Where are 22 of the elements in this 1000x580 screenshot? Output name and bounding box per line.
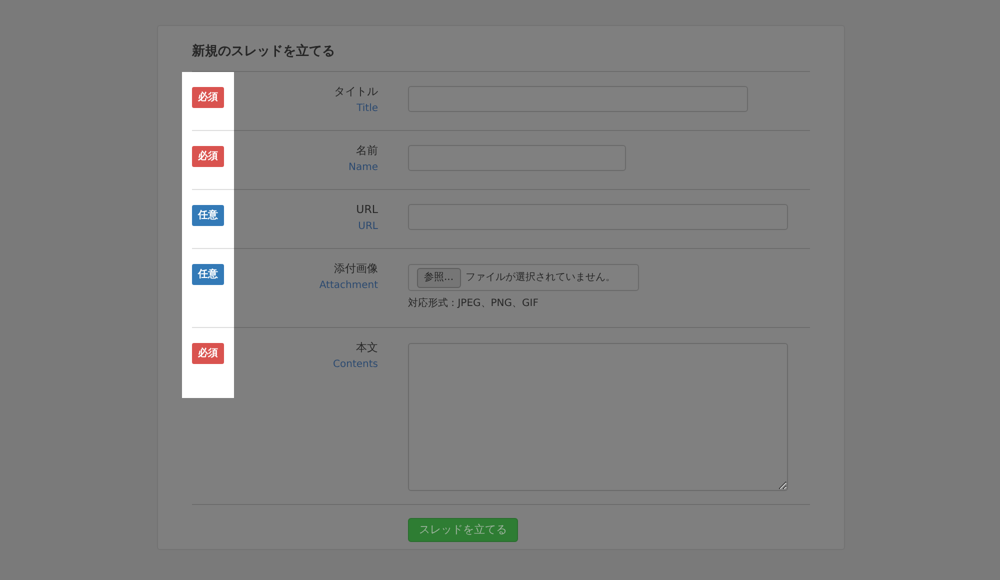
field-label: URL (356, 202, 378, 218)
field-label: 添付画像 (334, 261, 378, 277)
badge: 任意 (192, 264, 224, 285)
browse-button[interactable]: 参照... (417, 268, 461, 288)
field-label: 名前 (356, 143, 378, 159)
file-status: ファイルが選択されていません。 (466, 271, 616, 285)
submit-button[interactable]: スレッドを立てる (408, 518, 518, 542)
field-sublabel: URL (358, 220, 378, 234)
badge: 任意 (192, 205, 224, 226)
file-picker[interactable]: 参照... ファイルが選択されていません。 (408, 264, 639, 291)
field-sublabel: Title (356, 102, 378, 116)
field-sublabel: Name (348, 161, 378, 175)
badge: 必須 (192, 343, 224, 364)
badge: 必須 (192, 87, 224, 108)
badge: 必須 (192, 146, 224, 167)
field-label: 本文 (356, 340, 378, 356)
form-title: 新規のスレッドを立てる (192, 42, 336, 61)
field-sublabel: Attachment (319, 279, 378, 293)
field-label: タイトル (334, 84, 378, 100)
text-area[interactable] (408, 343, 788, 491)
field-sublabel: Contents (333, 358, 378, 372)
format-note: 対応形式 : JPEG、PNG、GIF (408, 297, 540, 311)
